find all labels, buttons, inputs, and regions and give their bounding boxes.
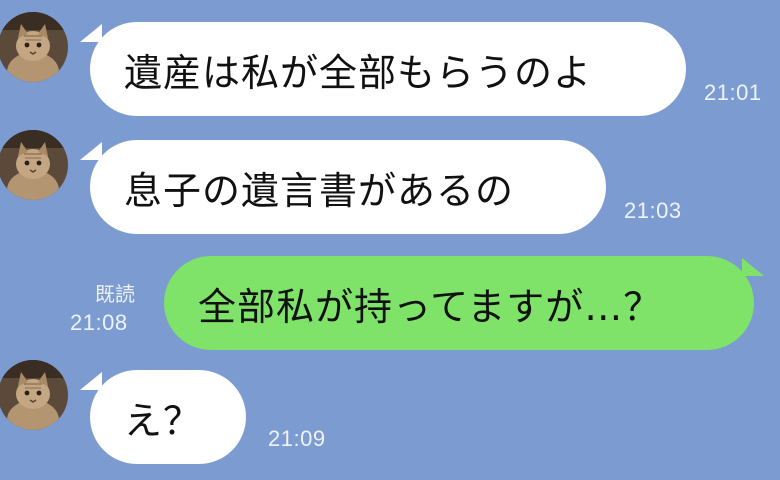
message-time: 21:01: [704, 80, 762, 105]
cat-avatar-icon: [0, 12, 68, 82]
message-text: え？: [124, 398, 203, 443]
bubble-tail: [80, 24, 102, 42]
message-text: 息子の遺言書があるの: [124, 168, 515, 213]
bubble-tail: [80, 142, 102, 160]
read-receipt: 既読: [95, 282, 135, 306]
message-time: 21:08: [70, 310, 128, 335]
message-bubble-incoming[interactable]: 遺産は私が全部もらうのよ: [90, 22, 686, 116]
message-bubble-incoming[interactable]: え？: [90, 370, 246, 464]
chat-area: 遺産は私が全部もらうのよ 21:01 息子の遺言書があるの 21:03 既読 2…: [0, 0, 780, 480]
bubble-tail: [80, 372, 102, 390]
cat-avatar-icon: [0, 130, 68, 200]
bubble-tail: [742, 258, 764, 276]
message-bubble-outgoing[interactable]: 全部私が持ってますが…？: [164, 256, 754, 350]
message-bubble-incoming[interactable]: 息子の遺言書があるの: [90, 140, 606, 234]
avatar[interactable]: [0, 360, 68, 430]
message-text: 遺産は私が全部もらうのよ: [124, 50, 593, 95]
cat-avatar-icon: [0, 360, 68, 430]
avatar[interactable]: [0, 130, 68, 200]
message-text: 全部私が持ってますが…？: [198, 284, 663, 329]
message-time: 21:03: [624, 198, 682, 223]
message-time: 21:09: [268, 426, 326, 451]
avatar[interactable]: [0, 12, 68, 82]
